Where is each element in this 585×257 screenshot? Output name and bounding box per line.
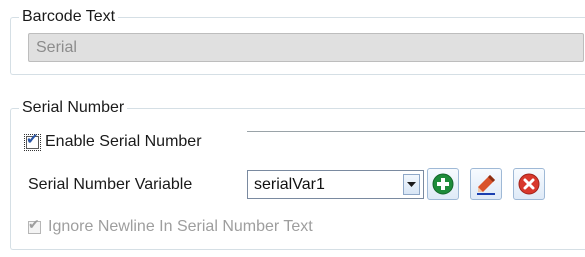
barcode-text-legend: Barcode Text — [19, 7, 119, 27]
check-icon: ✔ — [28, 216, 40, 233]
enable-serial-number-checkbox-row[interactable]: ✔ Enable Serial Number — [24, 131, 202, 153]
serial-number-group: Serial Number ✔ Enable Serial Number Ser… — [10, 98, 585, 250]
barcode-text-group: Barcode Text Serial — [10, 7, 585, 75]
edit-variable-button[interactable] — [470, 168, 502, 200]
ignore-newline-checkbox: ✔ — [28, 216, 41, 234]
serial-number-variable-combobox[interactable]: serialVar1 — [247, 170, 424, 199]
enable-serial-number-checkbox[interactable]: ✔ — [24, 131, 41, 151]
ignore-newline-label: Ignore Newline In Serial Number Text — [48, 218, 313, 235]
check-icon: ✔ — [26, 129, 39, 148]
chevron-down-icon — [407, 181, 416, 187]
add-variable-button[interactable] — [427, 168, 459, 200]
ignore-newline-checkbox-row: ✔ Ignore Newline In Serial Number Text — [28, 216, 313, 238]
pencil-icon — [477, 175, 495, 195]
delete-variable-button[interactable] — [513, 168, 545, 200]
barcode-text-field: Serial — [28, 33, 584, 62]
plus-circle-icon — [432, 173, 454, 195]
enable-serial-number-label[interactable]: Enable Serial Number — [45, 131, 202, 153]
serial-number-variable-value[interactable]: serialVar1 — [248, 171, 403, 198]
dropdown-arrow-button[interactable] — [403, 174, 420, 195]
x-circle-icon — [518, 173, 540, 195]
serial-number-legend: Serial Number — [19, 98, 128, 118]
enable-serial-number-separator — [247, 131, 585, 132]
serial-number-variable-label: Serial Number Variable — [28, 176, 193, 193]
